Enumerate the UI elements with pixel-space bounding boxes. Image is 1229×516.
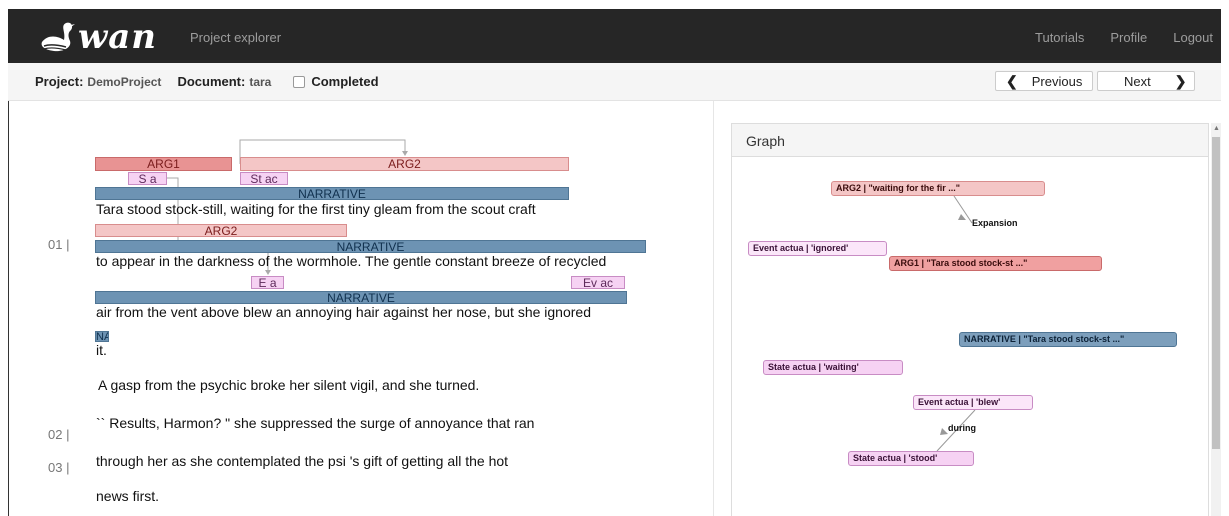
annotation-state-ac[interactable]: St ac — [240, 172, 288, 185]
annotation-narrative-2[interactable]: NARRATIVE — [95, 240, 646, 253]
annotation-event-ac[interactable]: Ev ac — [571, 276, 625, 289]
project-label: Project: — [35, 74, 84, 89]
next-label: Next — [1124, 73, 1151, 89]
annotation-arg1[interactable]: ARG1 — [95, 157, 232, 171]
nav-links: Tutorials Profile Logout — [1009, 30, 1213, 45]
edge-label-expansion: Expansion — [972, 218, 1018, 228]
next-button[interactable]: Next ❯ — [1097, 71, 1195, 91]
doc-line-8: news first. — [96, 488, 160, 504]
chevron-left-icon: ❮ — [1006, 72, 1018, 89]
project-value: DemoProject — [87, 74, 162, 89]
doc-line-4: it. — [96, 342, 107, 358]
scroll-up-icon[interactable]: ▲ — [1213, 125, 1220, 132]
doc-line-7: through her as she contemplated the psi … — [96, 453, 509, 469]
nav-link-profile[interactable]: Profile — [1110, 30, 1147, 45]
doc-line-5: A gasp from the psychic broke her silent… — [98, 377, 480, 393]
annotation-event-a[interactable]: E a — [251, 276, 284, 289]
swan-logo[interactable]: wan — [38, 15, 157, 59]
line-number-01: 01 | — [48, 237, 70, 252]
swan-icon — [41, 22, 75, 52]
annotation-narrative-short[interactable]: NA — [95, 331, 109, 342]
nav-link-logout[interactable]: Logout — [1173, 30, 1213, 45]
graph-node-arg1[interactable]: ARG1 | "Tara stood stock-st ..." — [889, 256, 1102, 271]
nav-link-tutorials[interactable]: Tutorials — [1035, 30, 1084, 45]
graph-node-event-ignored[interactable]: Event actua | 'ignored' — [748, 241, 887, 256]
chevron-right-icon: ❯ — [1174, 72, 1187, 89]
previous-button[interactable]: ❮ Previous — [995, 71, 1093, 91]
graph-node-state-stood[interactable]: State actua | 'stood' — [848, 451, 974, 466]
annotation-arg2-b[interactable]: ARG2 — [95, 224, 347, 237]
completed-label: Completed — [311, 74, 379, 89]
annotation-arg2[interactable]: ARG2 — [240, 157, 569, 171]
graph-panel: Graph ARG2 | "waiting for the fir ..." E… — [731, 123, 1209, 516]
scroll-thumb[interactable] — [1212, 137, 1220, 449]
doc-line-6: `` Results, Harmon? " she suppressed the… — [96, 415, 535, 431]
doc-line-2: to appear in the darkness of the wormhol… — [96, 253, 607, 269]
annotation-state-a[interactable]: S a — [128, 172, 167, 185]
document-label: Document: — [177, 74, 246, 89]
line-number-03: 03 | — [48, 460, 70, 475]
completed-checkbox[interactable] — [293, 75, 306, 88]
doc-line-3: air from the vent above blew an annoying… — [96, 304, 591, 320]
annotation-narrative-3[interactable]: NARRATIVE — [95, 291, 627, 304]
project-info: Project: DemoProject Document: tara Comp… — [35, 74, 379, 89]
top-navbar: wan Project explorer Tutorials Profile L… — [8, 9, 1221, 63]
graph-node-narrative[interactable]: NARRATIVE | "Tara stood stock-st ..." — [959, 332, 1177, 347]
panel-divider — [713, 101, 714, 516]
line-number-02: 02 | — [48, 427, 70, 442]
logo-text: wan — [78, 17, 158, 57]
graph-node-event-blew[interactable]: Event actua | 'blew' — [913, 395, 1033, 410]
doc-line-1: Tara stood stock-still, waiting for the … — [96, 201, 536, 217]
nav-title[interactable]: Project explorer — [190, 30, 281, 45]
project-bar: Project: DemoProject Document: tara Comp… — [8, 63, 1221, 101]
edge-label-during: during — [948, 423, 976, 433]
annotation-narrative-1[interactable]: NARRATIVE — [95, 187, 569, 200]
document-value: tara — [249, 74, 272, 89]
previous-label: Previous — [1031, 73, 1083, 89]
graph-node-state-waiting[interactable]: State actua | 'waiting' — [763, 360, 903, 375]
graph-scrollbar[interactable]: ▲ — [1211, 123, 1221, 516]
graph-node-arg2[interactable]: ARG2 | "waiting for the fir ..." — [831, 181, 1045, 196]
